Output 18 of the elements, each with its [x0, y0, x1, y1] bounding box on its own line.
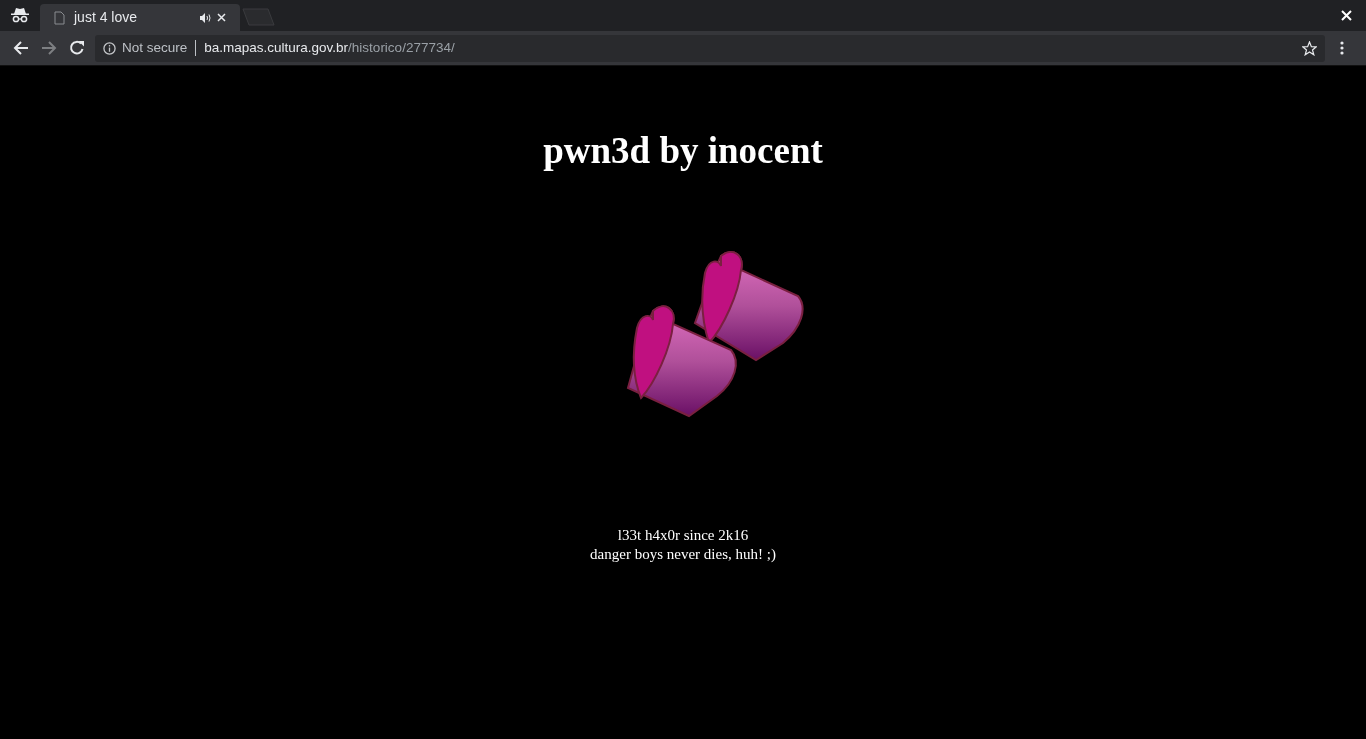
star-icon[interactable]: [1302, 40, 1317, 56]
forward-icon[interactable]: [41, 40, 57, 56]
url-text: ba.mapas.cultura.gov.br/historico/277734/: [204, 38, 455, 57]
tagline-text: l33t h4x0r since 2k16: [617, 526, 749, 545]
incognito-icon[interactable]: [11, 7, 29, 23]
info-icon[interactable]: [103, 41, 116, 55]
security-label: Not secure: [122, 38, 188, 57]
tagline-text: danger boys never dies, huh! ;): [590, 545, 776, 564]
page-icon: [54, 10, 65, 25]
reload-icon[interactable]: [69, 40, 85, 56]
tab-title: just 4 love: [74, 8, 138, 27]
menu-icon[interactable]: [1340, 41, 1344, 55]
page-heading: pwn3d by inocent: [543, 129, 823, 173]
browser-tab[interactable]: just 4 love: [40, 4, 240, 31]
close-icon[interactable]: [217, 13, 226, 22]
address-bar[interactable]: Not secure ba.mapas.cultura.gov.br/historico/277734/: [95, 34, 1325, 62]
back-icon[interactable]: [13, 40, 29, 56]
speaker-icon[interactable]: [200, 12, 211, 23]
